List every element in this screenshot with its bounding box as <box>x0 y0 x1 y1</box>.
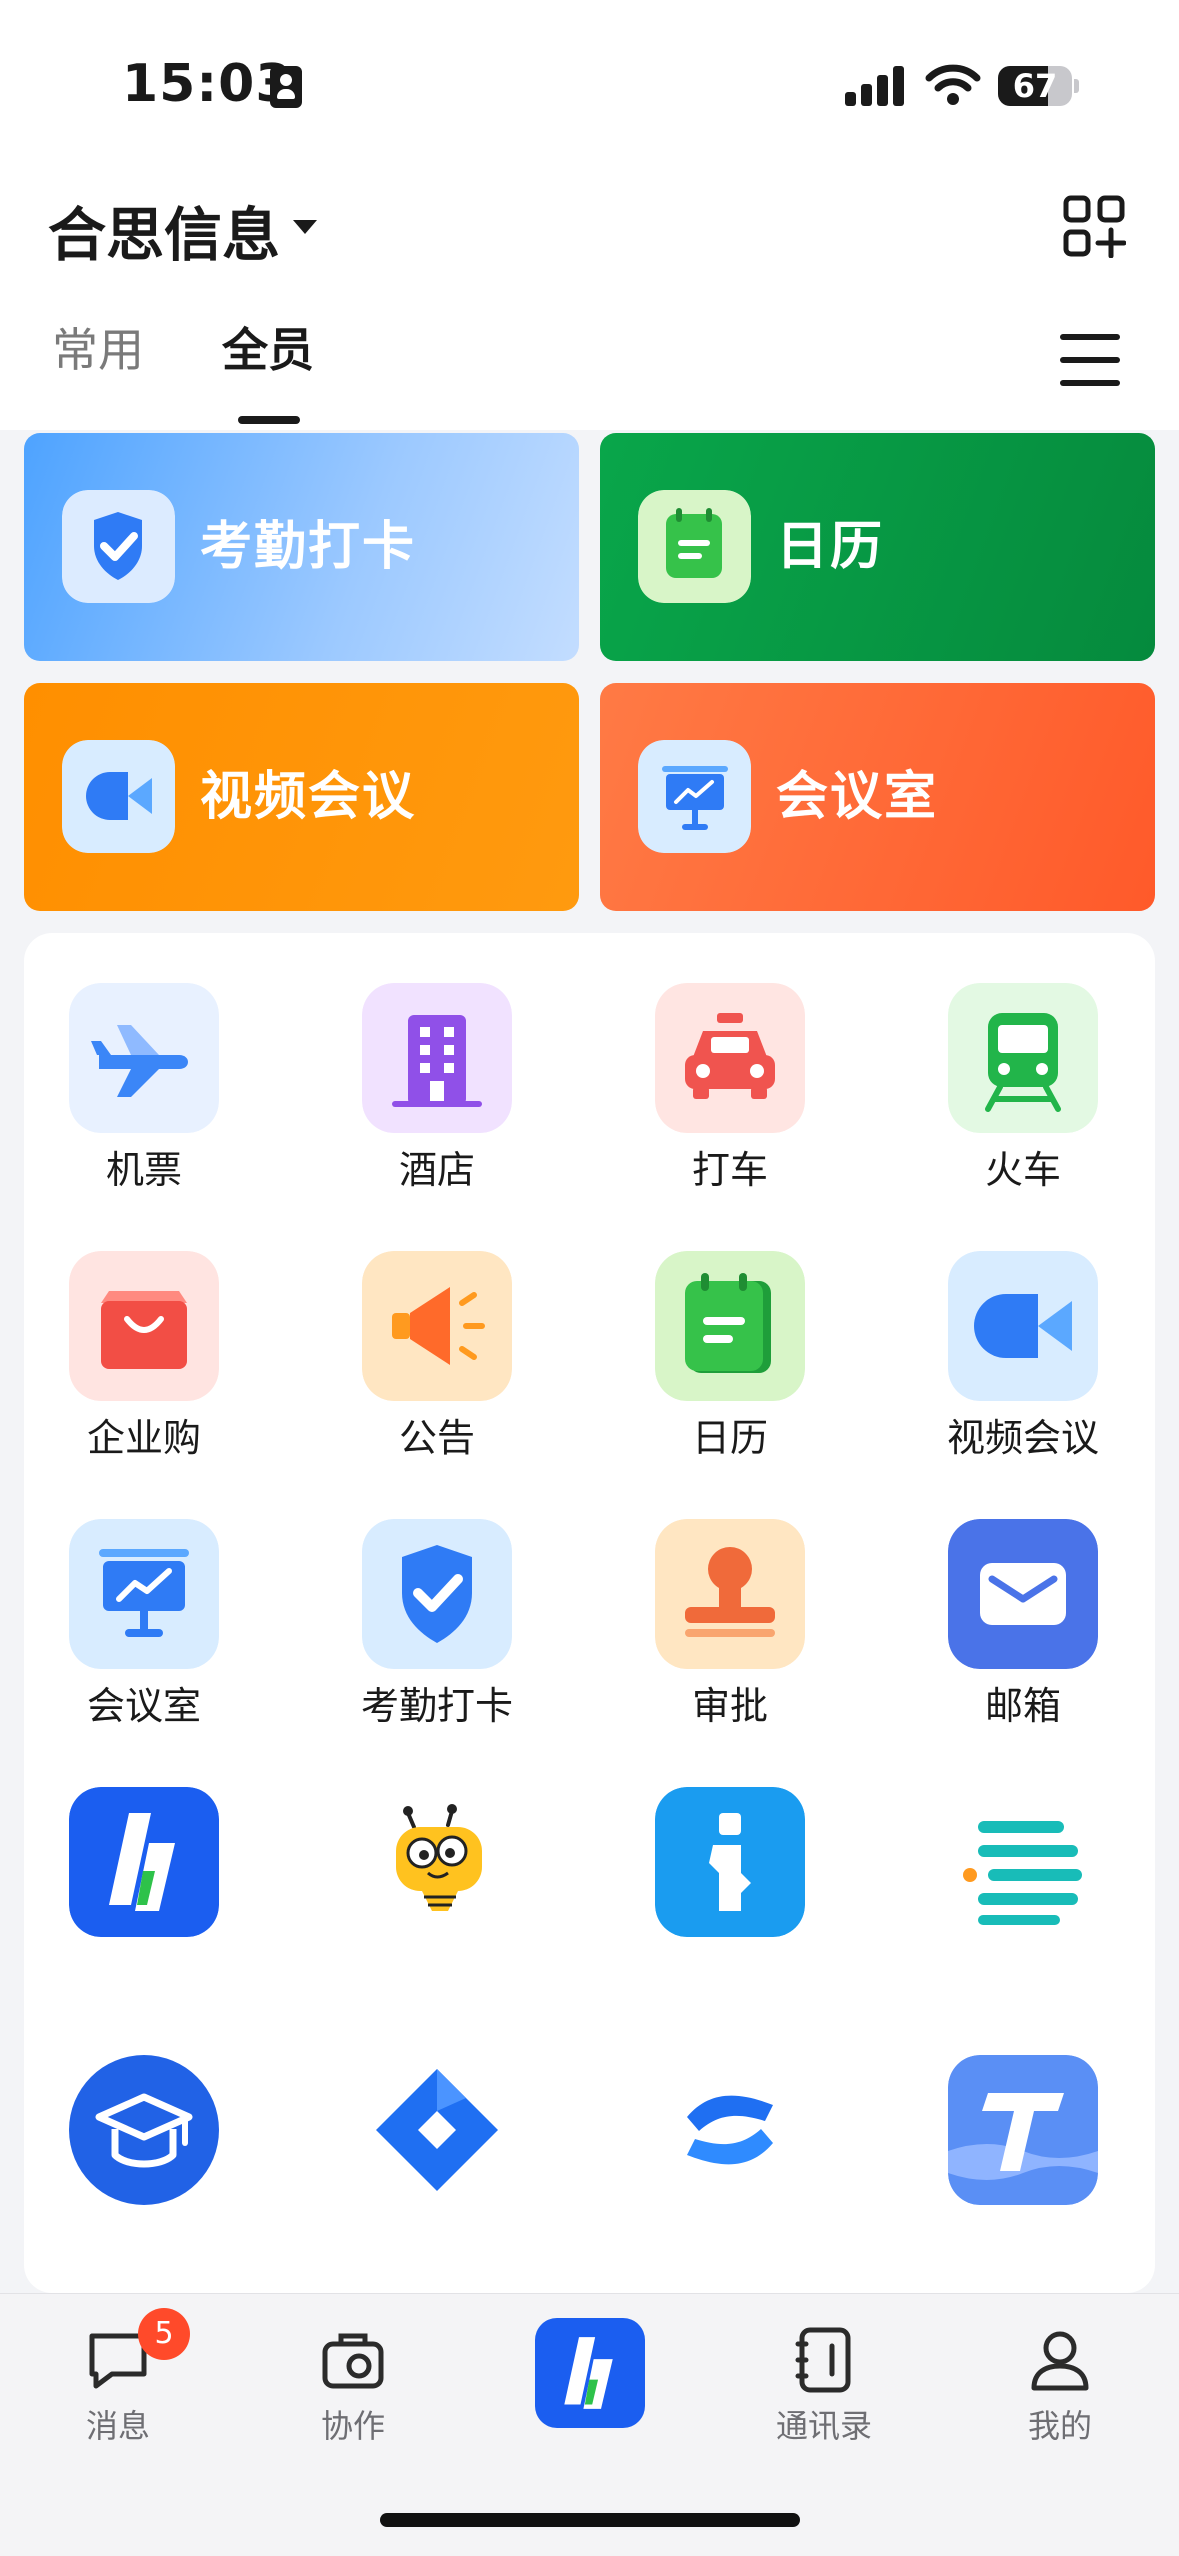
app-train[interactable]: 火车 <box>903 933 1143 1192</box>
mail-icon <box>948 1519 1098 1669</box>
wifi-icon <box>925 64 981 105</box>
app-label: 审批 <box>691 1684 768 1728</box>
app-enterprise-shopping[interactable]: 企业购 <box>24 1201 264 1460</box>
app-mail[interactable]: 邮箱 <box>903 1469 1143 1728</box>
nav-label: 消息 <box>85 2407 150 2445</box>
app-calendar[interactable]: 日历 <box>610 1201 850 1460</box>
app-label: 公告 <box>398 1416 475 1460</box>
hosecloud-logo-icon <box>69 1787 219 1937</box>
hosecloud-logo-icon <box>535 2318 645 2428</box>
app-info[interactable] <box>610 1737 850 1977</box>
calendar-icon <box>638 490 751 603</box>
profile-icon <box>1031 2331 1089 2391</box>
jira-icon <box>362 2055 512 2205</box>
attendance-check-icon <box>62 490 175 603</box>
header: 合思信息 常用 全员 <box>0 170 1179 430</box>
app-text-lines[interactable] <box>903 1737 1143 1977</box>
dropdown-caret-icon[interactable] <box>293 220 317 234</box>
menu-icon[interactable] <box>1060 334 1120 386</box>
nav-contacts[interactable]: 通讯录 <box>724 2294 924 2494</box>
quick-card-calendar[interactable]: 日历 <box>600 433 1155 661</box>
nav-collaborate[interactable]: 协作 <box>253 2294 453 2494</box>
battery-icon: 67 <box>998 66 1079 106</box>
nav-profile[interactable]: 我的 <box>960 2294 1160 2494</box>
app-flights[interactable]: 机票 <box>24 933 264 1192</box>
app-confluence[interactable] <box>610 2005 850 2245</box>
app-label: 会议室 <box>86 1684 201 1728</box>
shopping-bag-icon <box>69 1251 219 1401</box>
app-label: 企业购 <box>86 1416 201 1460</box>
meeting-room-icon <box>69 1519 219 1669</box>
train-icon <box>948 983 1098 1133</box>
app-label: 火车 <box>984 1148 1061 1192</box>
t-app-icon <box>948 2055 1098 2205</box>
app-label: 机票 <box>105 1148 182 1192</box>
tab-common[interactable]: 常用 <box>52 320 144 380</box>
id-card-icon <box>270 66 302 108</box>
add-app-icon[interactable] <box>1062 194 1126 258</box>
bee-mascot-icon <box>362 1787 512 1937</box>
quick-card-meeting-room[interactable]: 会议室 <box>600 683 1155 911</box>
active-tab-indicator <box>238 416 300 424</box>
tab-all[interactable]: 全员 <box>222 320 314 380</box>
app-meeting-room[interactable]: 会议室 <box>24 1469 264 1728</box>
org-switcher[interactable]: 合思信息 <box>48 190 280 280</box>
app-label: 考勤打卡 <box>360 1684 513 1728</box>
battery-level: 67 <box>1012 67 1058 105</box>
airplane-icon <box>69 983 219 1133</box>
unread-badge: 5 <box>138 2308 190 2360</box>
app-hotel[interactable]: 酒店 <box>317 933 557 1192</box>
attendance-check-icon <box>362 1519 512 1669</box>
quick-card-attendance[interactable]: 考勤打卡 <box>24 433 579 661</box>
nav-label: 通讯录 <box>775 2407 872 2445</box>
quick-card-label: 考勤打卡 <box>200 517 417 577</box>
video-camera-icon <box>62 740 175 853</box>
quick-card-label: 日历 <box>776 517 885 577</box>
megaphone-icon <box>362 1251 512 1401</box>
taxi-icon <box>655 983 805 1133</box>
home-indicator[interactable] <box>380 2513 800 2527</box>
status-bar: 15:03 67 <box>0 0 1179 170</box>
nav-label: 我的 <box>1027 2407 1092 2445</box>
app-label: 视频会议 <box>946 1416 1099 1460</box>
approval-stamp-icon <box>655 1519 805 1669</box>
collaborate-icon <box>322 2333 384 2389</box>
quick-card-video[interactable]: 视频会议 <box>24 683 579 911</box>
confluence-icon <box>655 2055 805 2205</box>
app-video-meeting[interactable]: 视频会议 <box>903 1201 1143 1460</box>
calendar-icon <box>655 1251 805 1401</box>
app-label: 邮箱 <box>984 1684 1061 1728</box>
app-label: 酒店 <box>398 1148 475 1192</box>
app-label: 打车 <box>691 1148 768 1192</box>
app-announcement[interactable]: 公告 <box>317 1201 557 1460</box>
text-lines-icon <box>948 1787 1098 1937</box>
info-app-icon <box>655 1787 805 1937</box>
contacts-icon <box>795 2327 851 2393</box>
app-label: 日历 <box>691 1416 768 1460</box>
graduation-cap-icon <box>69 2055 219 2205</box>
app-bee[interactable] <box>317 1737 557 1977</box>
hotel-icon <box>362 983 512 1133</box>
status-time: 15:03 <box>122 54 293 114</box>
app-grid: 机票 酒店 打车 火车 企业购 公告 日历 视频会议 会议室 考勤打卡 审批 邮… <box>24 933 1155 2293</box>
app-taxi[interactable]: 打车 <box>610 933 850 1192</box>
app-jira[interactable] <box>317 2005 557 2245</box>
meeting-room-icon <box>638 740 751 853</box>
signal-icon <box>845 66 905 106</box>
app-t[interactable] <box>903 2005 1143 2245</box>
video-camera-icon <box>948 1251 1098 1401</box>
nav-messages[interactable]: 5 消息 <box>18 2294 218 2494</box>
app-learning[interactable] <box>24 2005 264 2245</box>
quick-card-label: 会议室 <box>776 767 939 827</box>
app-attendance[interactable]: 考勤打卡 <box>317 1469 557 1728</box>
quick-card-label: 视频会议 <box>200 767 417 827</box>
nav-home[interactable] <box>490 2294 690 2494</box>
app-approval[interactable]: 审批 <box>610 1469 850 1728</box>
app-hosecloud[interactable] <box>24 1737 264 1977</box>
nav-label: 协作 <box>320 2407 385 2445</box>
